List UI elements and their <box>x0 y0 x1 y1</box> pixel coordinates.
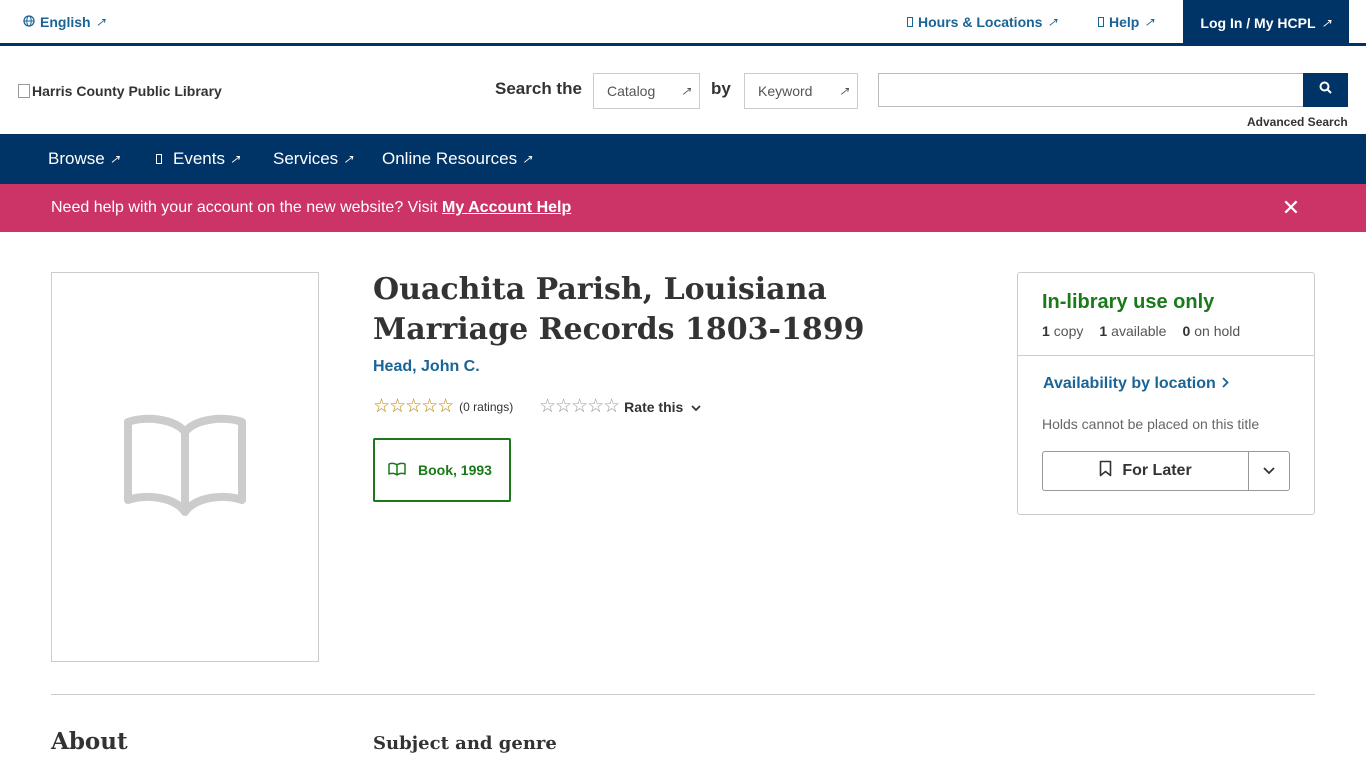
account-help-link[interactable]: My Account Help <box>442 199 571 216</box>
external-link-icon: ↗ <box>522 152 533 166</box>
external-link-icon: ↗ <box>1321 15 1332 30</box>
external-link-icon: ↗ <box>229 152 241 166</box>
banner-message: Need help with your account on the new w… <box>51 199 571 217</box>
nav-item-events[interactable]: Events ↗ <box>156 149 240 169</box>
star-rating-icon: ☆☆☆☆☆ <box>373 396 454 417</box>
language-selector[interactable]: English ↗ <box>23 14 106 30</box>
format-button[interactable]: Book, 1993 <box>373 438 511 502</box>
rate-this-label: Rate this <box>624 398 684 415</box>
utility-bar: English ↗ Hours & Locations ↗ Help ↗ Log… <box>0 0 1366 46</box>
availability-panel: In-library use only 1 copy 1 available 0 on… <box>1017 272 1315 515</box>
author-link[interactable]: Head, John C. <box>373 358 480 376</box>
nav-item-label: Online Resources <box>382 149 518 168</box>
hold-count: 0 on hold <box>1182 323 1241 339</box>
logo-alt-text: Harris County Public Library <box>32 83 222 99</box>
copy-count: 1 copy <box>1042 323 1084 339</box>
library-logo[interactable]: Harris County Public Library <box>18 83 222 99</box>
nav-item-browse[interactable]: Browse ↗ <box>48 149 120 169</box>
close-icon[interactable]: ✕ <box>1281 196 1301 220</box>
holds-note: Holds cannot be placed on this title <box>1042 416 1260 432</box>
about-heading: About <box>51 728 128 755</box>
language-label: English <box>40 14 91 30</box>
account-help-banner: Need help with your account on the new w… <box>0 184 1366 232</box>
external-link-icon: ↗ <box>95 15 106 29</box>
format-label: Book, 1993 <box>418 462 492 478</box>
average-rating: ☆☆☆☆☆ (0 ratings) <box>373 395 513 418</box>
chevron-down-icon <box>691 399 701 415</box>
chevron-right-icon <box>1222 375 1229 393</box>
availability-status: In-library use only <box>1042 291 1215 313</box>
search-scope-value: Catalog <box>607 83 656 99</box>
hours-locations-link[interactable]: Hours & Locations ↗ <box>907 14 1058 30</box>
nav-item-label: Services <box>273 149 339 168</box>
star-rating-icon: ☆☆☆☆☆ <box>539 396 620 417</box>
rating-count: (0 ratings) <box>459 399 514 414</box>
search-icon <box>1319 81 1332 99</box>
copy-counts: 1 copy 1 available 0 on hold <box>1042 323 1240 339</box>
external-link-icon: ↗ <box>343 152 354 166</box>
subject-genre-heading: Subject and genre <box>373 733 557 754</box>
help-icon <box>1098 17 1104 27</box>
globe-icon <box>23 14 35 30</box>
by-label: by <box>711 79 731 98</box>
external-link-icon: ↗ <box>1144 15 1155 29</box>
for-later-label: For Later <box>1122 462 1192 479</box>
search-button[interactable] <box>1303 73 1348 107</box>
advanced-search-link[interactable]: Advanced Search <box>1247 115 1348 129</box>
chevron-down-icon <box>1263 462 1275 480</box>
search-scope-dropdown[interactable]: Catalog ↗ <box>593 73 700 109</box>
rate-this-control[interactable]: ☆☆☆☆☆ Rate this <box>539 395 701 418</box>
calendar-icon <box>156 154 162 164</box>
hours-label: Hours & Locations <box>918 14 1043 30</box>
help-link[interactable]: Help ↗ <box>1098 14 1154 30</box>
external-link-icon: ↗ <box>109 152 120 166</box>
availability-by-location-link[interactable]: Availability by location <box>1043 375 1229 393</box>
external-link-icon: ↗ <box>680 84 691 98</box>
banner-text: Need help with your account on the new w… <box>51 199 443 216</box>
book-icon <box>388 462 406 479</box>
divider <box>1018 355 1314 356</box>
for-later-button[interactable]: For Later <box>1043 452 1249 490</box>
cover-image <box>51 272 319 662</box>
bookmark-icon <box>1099 460 1112 482</box>
help-label: Help <box>1109 14 1140 30</box>
login-button[interactable]: Log In / My HCPL ↗ <box>1183 0 1349 45</box>
available-count: 1 available <box>1099 323 1167 339</box>
availability-link-label: Availability by location <box>1043 375 1216 392</box>
search-type-dropdown[interactable]: Keyword ↗ <box>744 73 858 109</box>
nav-item-services[interactable]: Services ↗ <box>273 149 353 169</box>
nav-item-online-resources[interactable]: Online Resources ↗ <box>382 149 532 169</box>
main-nav: Browse ↗ Events ↗ Services ↗ Online Reso… <box>0 134 1366 184</box>
login-label: Log In / My HCPL <box>1200 14 1316 31</box>
search-type-value: Keyword <box>758 83 813 99</box>
nav-item-label: Events <box>173 149 225 168</box>
search-label: Search the <box>495 79 582 98</box>
section-divider <box>51 694 1315 695</box>
for-later-control: For Later <box>1042 451 1290 491</box>
for-later-dropdown[interactable] <box>1249 452 1289 490</box>
book-icon <box>124 412 246 523</box>
location-icon <box>907 17 913 27</box>
nav-item-label: Browse <box>48 149 105 168</box>
record-title: Ouachita Parish, Louisiana Marriage Reco… <box>373 272 865 347</box>
external-link-icon: ↗ <box>838 84 849 98</box>
broken-image-icon <box>18 84 30 98</box>
search-input[interactable] <box>878 73 1304 107</box>
external-link-icon: ↗ <box>1047 15 1058 29</box>
